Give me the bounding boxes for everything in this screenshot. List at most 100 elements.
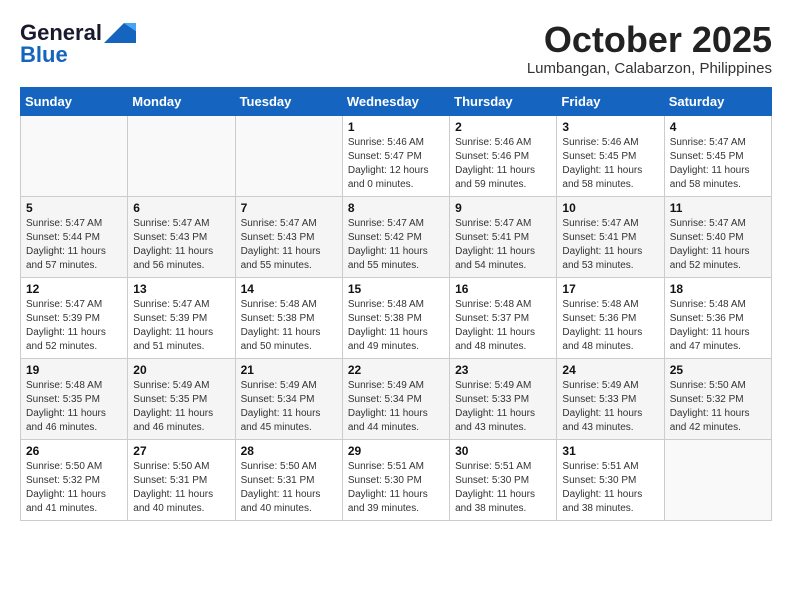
table-row: 26Sunrise: 5:50 AM Sunset: 5:32 PM Dayli…: [21, 439, 128, 520]
table-row: 1Sunrise: 5:46 AM Sunset: 5:47 PM Daylig…: [342, 115, 449, 196]
calendar-week-row: 26Sunrise: 5:50 AM Sunset: 5:32 PM Dayli…: [21, 439, 772, 520]
day-info: Sunrise: 5:50 AM Sunset: 5:32 PM Dayligh…: [670, 379, 766, 435]
day-number: 19: [26, 363, 122, 377]
day-info: Sunrise: 5:48 AM Sunset: 5:35 PM Dayligh…: [26, 379, 122, 435]
table-row: 6 Sunrise: 5:47 AM Sunset: 5:43 PM Daylig…: [128, 196, 235, 277]
day-number: 4: [670, 120, 766, 134]
day-number: 23: [455, 363, 551, 377]
day-info: Sunrise: 5:50 AM Sunset: 5:31 PM Dayligh…: [241, 460, 337, 516]
table-row: 30 Sunrise: 5:51 AM Sunset: 5:30 PM Dayli…: [450, 439, 557, 520]
table-row: 4 Sunrise: 5:47 AM Sunset: 5:45 PM Daylig…: [664, 115, 771, 196]
day-number: 11: [670, 201, 766, 215]
table-row: 7 Sunrise: 5:47 AM Sunset: 5:43 PM Daylig…: [235, 196, 342, 277]
header-saturday: Saturday: [664, 87, 771, 115]
calendar-week-row: 5 Sunrise: 5:47 AM Sunset: 5:44 PM Daylig…: [21, 196, 772, 277]
day-number: 2: [455, 120, 551, 134]
day-info: Sunrise: 5:51 AM Sunset: 5:30 PM Dayligh…: [562, 460, 658, 516]
day-number: 7: [241, 201, 337, 215]
day-number: 24: [562, 363, 658, 377]
day-info: Sunrise: 5:49 AM Sunset: 5:34 PM Dayligh…: [348, 379, 444, 435]
table-row: [235, 115, 342, 196]
header-friday: Friday: [557, 87, 664, 115]
table-row: 23 Sunrise: 5:49 AM Sunset: 5:33 PM Dayli…: [450, 358, 557, 439]
table-row: 8Sunrise: 5:47 AM Sunset: 5:42 PM Daylig…: [342, 196, 449, 277]
page-header: General Blue October 2025 Lumbangan, Cal…: [20, 20, 772, 77]
table-row: 3 Sunrise: 5:46 AM Sunset: 5:45 PM Daylig…: [557, 115, 664, 196]
day-info: Sunrise: 5:51 AM Sunset: 5:30 PM Dayligh…: [348, 460, 444, 516]
table-row: 9Sunrise: 5:47 AM Sunset: 5:41 PM Daylig…: [450, 196, 557, 277]
day-info: Sunrise: 5:46 AM Sunset: 5:46 PM Dayligh…: [455, 136, 551, 192]
table-row: [664, 439, 771, 520]
day-info: Sunrise: 5:51 AM Sunset: 5:30 PM Dayligh…: [455, 460, 551, 516]
table-row: 24 Sunrise: 5:49 AM Sunset: 5:33 PM Dayli…: [557, 358, 664, 439]
day-info: Sunrise: 5:48 AM Sunset: 5:38 PM Dayligh…: [241, 298, 337, 354]
table-row: 2 Sunrise: 5:46 AM Sunset: 5:46 PM Daylig…: [450, 115, 557, 196]
day-info: Sunrise: 5:47 AM Sunset: 5:40 PM Dayligh…: [670, 217, 766, 273]
title-block: October 2025 Lumbangan, Calabarzon, Phil…: [527, 20, 772, 77]
header-tuesday: Tuesday: [235, 87, 342, 115]
day-info: Sunrise: 5:47 AM Sunset: 5:43 PM Dayligh…: [133, 217, 229, 273]
table-row: 17 Sunrise: 5:48 AM Sunset: 5:36 PM Dayli…: [557, 277, 664, 358]
day-number: 6: [133, 201, 229, 215]
weekday-header-row: Sunday Monday Tuesday Wednesday Thursday…: [21, 87, 772, 115]
table-row: 27 Sunrise: 5:50 AM Sunset: 5:31 PM Dayli…: [128, 439, 235, 520]
logo-icon: [104, 23, 136, 43]
day-number: 12: [26, 282, 122, 296]
day-info: Sunrise: 5:47 AM Sunset: 5:45 PM Dayligh…: [670, 136, 766, 192]
header-sunday: Sunday: [21, 87, 128, 115]
table-row: 12 Sunrise: 5:47 AM Sunset: 5:39 PM Dayli…: [21, 277, 128, 358]
calendar-week-row: 19 Sunrise: 5:48 AM Sunset: 5:35 PM Dayli…: [21, 358, 772, 439]
day-number: 25: [670, 363, 766, 377]
day-number: 10: [562, 201, 658, 215]
day-number: 31: [562, 444, 658, 458]
day-number: 29: [348, 444, 444, 458]
day-number: 30: [455, 444, 551, 458]
logo-blue: Blue: [20, 42, 68, 68]
table-row: 16Sunrise: 5:48 AM Sunset: 5:37 PM Dayli…: [450, 277, 557, 358]
day-number: 3: [562, 120, 658, 134]
table-row: 10 Sunrise: 5:47 AM Sunset: 5:41 PM Dayli…: [557, 196, 664, 277]
table-row: 19 Sunrise: 5:48 AM Sunset: 5:35 PM Dayli…: [21, 358, 128, 439]
day-info: Sunrise: 5:47 AM Sunset: 5:44 PM Dayligh…: [26, 217, 122, 273]
day-info: Sunrise: 5:47 AM Sunset: 5:39 PM Dayligh…: [26, 298, 122, 354]
calendar-week-row: 1Sunrise: 5:46 AM Sunset: 5:47 PM Daylig…: [21, 115, 772, 196]
day-number: 22: [348, 363, 444, 377]
table-row: [128, 115, 235, 196]
day-info: Sunrise: 5:48 AM Sunset: 5:36 PM Dayligh…: [670, 298, 766, 354]
table-row: 22 Sunrise: 5:49 AM Sunset: 5:34 PM Dayli…: [342, 358, 449, 439]
day-info: Sunrise: 5:48 AM Sunset: 5:38 PM Dayligh…: [348, 298, 444, 354]
table-row: 21Sunrise: 5:49 AM Sunset: 5:34 PM Dayli…: [235, 358, 342, 439]
day-info: Sunrise: 5:49 AM Sunset: 5:35 PM Dayligh…: [133, 379, 229, 435]
table-row: 5 Sunrise: 5:47 AM Sunset: 5:44 PM Daylig…: [21, 196, 128, 277]
header-monday: Monday: [128, 87, 235, 115]
day-number: 20: [133, 363, 229, 377]
day-info: Sunrise: 5:49 AM Sunset: 5:33 PM Dayligh…: [562, 379, 658, 435]
table-row: 25 Sunrise: 5:50 AM Sunset: 5:32 PM Dayli…: [664, 358, 771, 439]
day-number: 17: [562, 282, 658, 296]
day-info: Sunrise: 5:49 AM Sunset: 5:33 PM Dayligh…: [455, 379, 551, 435]
day-info: Sunrise: 5:47 AM Sunset: 5:41 PM Dayligh…: [455, 217, 551, 273]
header-wednesday: Wednesday: [342, 87, 449, 115]
header-thursday: Thursday: [450, 87, 557, 115]
day-number: 16: [455, 282, 551, 296]
day-number: 28: [241, 444, 337, 458]
day-number: 15: [348, 282, 444, 296]
month-title: October 2025: [527, 20, 772, 60]
day-info: Sunrise: 5:47 AM Sunset: 5:43 PM Dayligh…: [241, 217, 337, 273]
logo: General Blue: [20, 20, 136, 68]
day-number: 5: [26, 201, 122, 215]
day-info: Sunrise: 5:47 AM Sunset: 5:39 PM Dayligh…: [133, 298, 229, 354]
day-info: Sunrise: 5:50 AM Sunset: 5:31 PM Dayligh…: [133, 460, 229, 516]
table-row: 31 Sunrise: 5:51 AM Sunset: 5:30 PM Dayli…: [557, 439, 664, 520]
table-row: [21, 115, 128, 196]
day-info: Sunrise: 5:47 AM Sunset: 5:41 PM Dayligh…: [562, 217, 658, 273]
table-row: 15 Sunrise: 5:48 AM Sunset: 5:38 PM Dayli…: [342, 277, 449, 358]
day-info: Sunrise: 5:46 AM Sunset: 5:45 PM Dayligh…: [562, 136, 658, 192]
calendar-week-row: 12 Sunrise: 5:47 AM Sunset: 5:39 PM Dayli…: [21, 277, 772, 358]
day-info: Sunrise: 5:50 AM Sunset: 5:32 PM Dayligh…: [26, 460, 122, 516]
day-info: Sunrise: 5:48 AM Sunset: 5:36 PM Dayligh…: [562, 298, 658, 354]
table-row: 20 Sunrise: 5:49 AM Sunset: 5:35 PM Dayli…: [128, 358, 235, 439]
day-number: 8: [348, 201, 444, 215]
day-number: 21: [241, 363, 337, 377]
day-number: 27: [133, 444, 229, 458]
